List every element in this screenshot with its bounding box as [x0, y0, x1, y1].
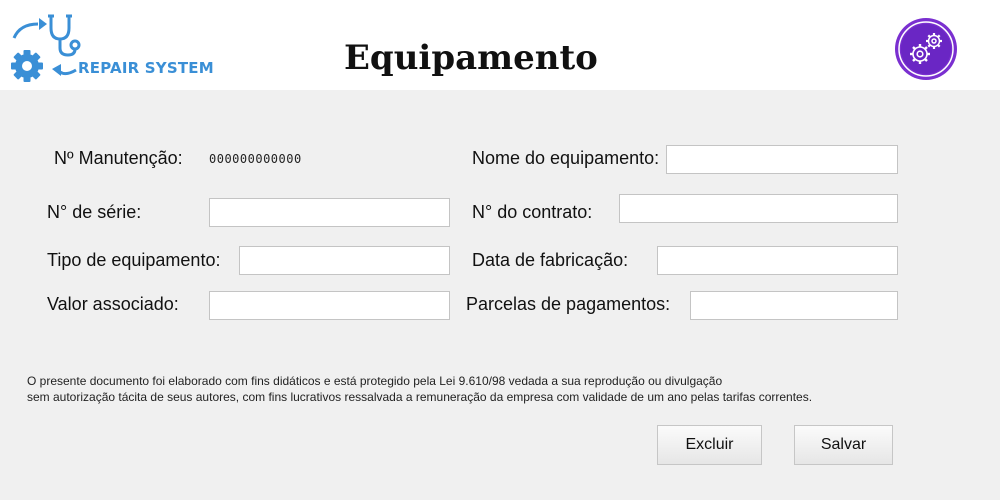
- contract-label: N° do contrato:: [472, 202, 593, 222]
- associated-value-label: Valor associado:: [47, 294, 179, 314]
- contract-input[interactable]: [619, 194, 898, 223]
- equipment-type-label: Tipo de equipamento:: [47, 250, 221, 270]
- manufacture-date-input[interactable]: [657, 246, 898, 275]
- serial-input[interactable]: [209, 198, 450, 227]
- legal-notice-line-1: O presente documento foi elaborado com f…: [27, 374, 723, 388]
- header: REPAIR SYSTEM Equipamento: [0, 0, 1000, 90]
- maintenance-number-label: Nº Manutenção:: [54, 148, 183, 168]
- equipment-name-input[interactable]: [666, 145, 898, 174]
- installments-input[interactable]: [690, 291, 898, 320]
- repair-system-logo: REPAIR SYSTEM: [6, 12, 236, 86]
- gears-icon: [895, 18, 957, 80]
- associated-value-input[interactable]: [209, 291, 450, 320]
- save-button[interactable]: Salvar: [794, 425, 893, 465]
- equipment-type-input[interactable]: [239, 246, 450, 275]
- page-title: Equipamento: [344, 38, 598, 78]
- legal-notice: O presente documento foi elaborado com f…: [27, 373, 812, 405]
- equipment-name-label: Nome do equipamento:: [472, 148, 660, 168]
- delete-button[interactable]: Excluir: [657, 425, 762, 465]
- maintenance-number-value: 000000000000: [209, 152, 302, 166]
- settings-button[interactable]: [893, 17, 959, 81]
- legal-notice-line-2: sem autorização tácita de seus autores, …: [27, 390, 813, 404]
- logo-text: REPAIR SYSTEM: [78, 59, 214, 77]
- installments-label: Parcelas de pagamentos:: [466, 294, 671, 314]
- repair-logo-icon: [11, 14, 81, 82]
- manufacture-date-label: Data de fabricação:: [472, 250, 629, 270]
- serial-label: N° de série:: [47, 202, 142, 222]
